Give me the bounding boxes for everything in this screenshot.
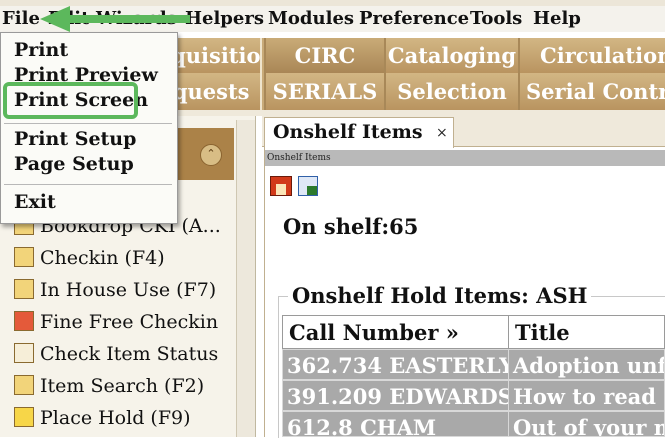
- menu-help[interactable]: Help: [533, 6, 581, 32]
- table-cell-call-number[interactable]: 391.209 EDWARDS: [282, 380, 509, 411]
- onshelf-value: 65: [389, 214, 419, 239]
- fine-free-icon: [14, 311, 34, 331]
- in-house-use-icon: [14, 279, 34, 299]
- onshelf-label: On shelf:: [283, 214, 390, 239]
- checkin-icon: [14, 247, 34, 267]
- panel-title: Onshelf Items: [267, 153, 331, 163]
- table-cell-title[interactable]: How to read a dress: [508, 380, 665, 411]
- sidebar-item-label: In House Use (F7): [40, 279, 217, 301]
- tab-cataloging[interactable]: Cataloging: [384, 38, 520, 73]
- column-header-call-number[interactable]: Call Number »: [282, 315, 509, 349]
- home-icon[interactable]: [270, 176, 292, 196]
- column-header-title[interactable]: Title: [508, 315, 665, 349]
- sidebar-item-item-search[interactable]: Item Search (F2): [14, 372, 236, 400]
- arrow-annotation-icon: [40, 6, 190, 32]
- print-screen-highlight: [3, 82, 138, 119]
- close-icon[interactable]: ×: [436, 121, 448, 145]
- report-icon[interactable]: [298, 176, 318, 196]
- menu-preference[interactable]: Preference: [359, 6, 469, 32]
- sidebar-item-label: Checkin (F4): [40, 247, 165, 269]
- tab-label: Onshelf Items: [273, 121, 423, 143]
- table-cell-call-number[interactable]: 612.8 CHAM: [282, 411, 509, 437]
- sidebar-item-label: Place Hold (F9): [40, 407, 191, 429]
- sidebar-item-label: Check Item Status: [40, 343, 219, 365]
- menu-file[interactable]: File: [2, 6, 40, 32]
- item-search-icon: [14, 375, 34, 395]
- sidebar-item-label: Item Search (F2): [40, 375, 205, 397]
- menu-tools[interactable]: Tools: [470, 6, 522, 32]
- table-cell-title[interactable]: Out of your mind: [508, 411, 665, 437]
- menu-separator: [4, 123, 172, 124]
- menu-item-print-setup[interactable]: Print Setup: [14, 127, 136, 151]
- tab-selection[interactable]: Selection: [384, 73, 520, 110]
- tab-serial-control[interactable]: Serial Control: [518, 73, 665, 110]
- table-cell-title[interactable]: Adoption unfiltered: [508, 349, 665, 380]
- hold-items-legend: Onshelf Hold Items: ASH: [288, 282, 592, 310]
- item-status-icon: [14, 343, 34, 363]
- sidebar-item-fine-free-checkin[interactable]: Fine Free Checkin: [14, 308, 236, 336]
- tab-circ[interactable]: CIRC: [264, 38, 386, 73]
- table-cell-call-number[interactable]: 362.734 EASTERLY: [282, 349, 509, 380]
- onshelf-count: On shelf:65: [283, 212, 418, 242]
- sidebar-item-label: Fine Free Checkin: [40, 311, 219, 333]
- sidebar-scrollbar[interactable]: [236, 120, 255, 437]
- menu-item-exit[interactable]: Exit: [14, 190, 56, 214]
- tab-circulation[interactable]: Circulation: [518, 38, 665, 73]
- menu-item-page-setup[interactable]: Page Setup: [14, 152, 134, 176]
- menu-modules[interactable]: Modules: [268, 6, 354, 32]
- menu-helpers[interactable]: Helpers: [185, 6, 264, 32]
- sidebar-item-in-house-use[interactable]: In House Use (F7): [14, 276, 236, 304]
- tab-serials[interactable]: SERIALS: [264, 73, 386, 110]
- place-hold-icon: [14, 407, 34, 427]
- menu-item-print[interactable]: Print: [14, 38, 68, 62]
- collapse-icon[interactable]: ⌃: [200, 144, 222, 166]
- menu-separator: [4, 184, 172, 185]
- sidebar-item-check-item-status[interactable]: Check Item Status: [14, 340, 236, 368]
- sidebar-item-place-hold[interactable]: Place Hold (F9): [14, 404, 236, 432]
- sidebar-item-checkin[interactable]: Checkin (F4): [14, 244, 236, 272]
